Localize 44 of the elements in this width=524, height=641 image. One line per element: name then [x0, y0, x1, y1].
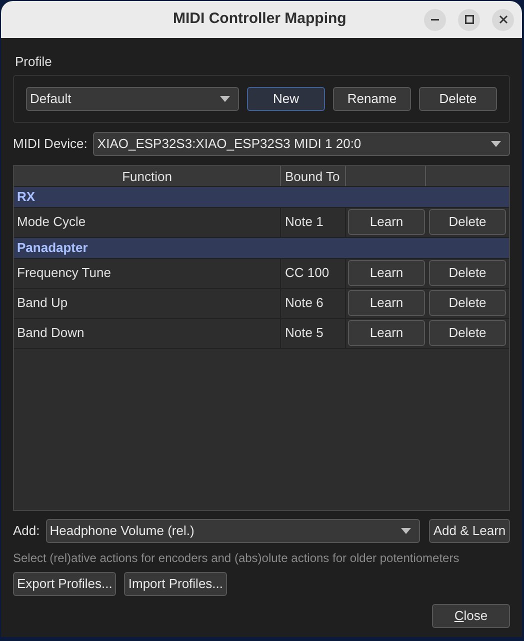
delete-button[interactable]: Delete	[429, 290, 506, 316]
maximize-icon	[464, 15, 474, 24]
dropdown-caret-icon	[491, 140, 501, 146]
function-cell: Band Down	[14, 318, 281, 348]
close-icon	[498, 15, 508, 24]
profiles-button[interactable]: Export Profiles...	[13, 572, 116, 596]
delete-button[interactable]: Delete	[429, 209, 506, 235]
learn-button[interactable]: Learn	[348, 209, 425, 235]
close-button[interactable]: Close	[432, 604, 510, 628]
add-and-learn-button[interactable]: Add & Learn	[429, 518, 510, 542]
midi-device-label: MIDI Device:	[13, 134, 88, 153]
bound-to-cell: Note 5	[281, 318, 346, 348]
hint-text: Select (rel)ative actions for encoders and (abs)olute actions for older potentiometers	[13, 550, 460, 566]
profiles-button[interactable]: Import Profiles...	[124, 572, 228, 596]
column-header: Function	[14, 166, 281, 186]
function-cell: Band Up	[14, 288, 281, 318]
delete-button[interactable]: Delete	[429, 260, 506, 286]
delete-button[interactable]: Delete	[429, 320, 506, 346]
learn-button[interactable]: Learn	[348, 290, 425, 316]
profile-button[interactable]: New	[247, 86, 325, 110]
add-label: Add:	[13, 522, 40, 540]
bound-to-cell: Note 1	[281, 208, 346, 236]
function-cell: Frequency Tune	[14, 258, 281, 288]
learn-button[interactable]: Learn	[348, 260, 425, 286]
action-dropdown[interactable]: Headphone Volume (rel.)	[46, 518, 420, 542]
midi-device-dropdown[interactable]: XIAO_ESP32S3:XIAO_ESP32S3 MIDI 1 20:0	[93, 132, 510, 156]
bound-to-cell: CC 100	[281, 258, 346, 288]
column-header: Bound To	[281, 166, 346, 186]
profile-button[interactable]: Rename	[333, 86, 411, 110]
window-title: MIDI Controller Mapping	[173, 9, 346, 30]
function-cell: Mode Cycle	[14, 208, 281, 236]
minimize-button[interactable]	[424, 8, 446, 30]
minimize-icon	[431, 18, 439, 20]
close-window-button[interactable]	[492, 8, 514, 30]
profile-button[interactable]: Delete	[419, 86, 497, 110]
dropdown-caret-icon	[220, 96, 230, 102]
maximize-button[interactable]	[458, 8, 480, 30]
dropdown-caret-icon	[401, 528, 411, 534]
profile-label: Profile	[15, 53, 53, 71]
group-label: Panadapter	[17, 238, 88, 257]
learn-button[interactable]: Learn	[348, 320, 425, 346]
group-label: RX	[17, 188, 36, 206]
bound-to-cell: Note 6	[281, 288, 346, 318]
profile-dropdown[interactable]: Default	[26, 86, 239, 110]
